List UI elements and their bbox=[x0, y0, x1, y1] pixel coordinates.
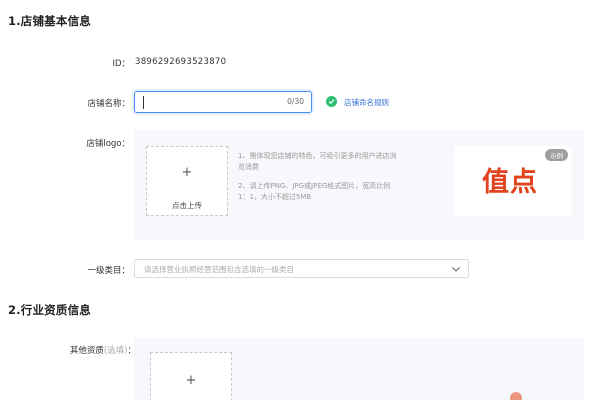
category-placeholder: 请选择营业执照经营范围包含选填的一级类目 bbox=[144, 265, 294, 274]
logo-hint-1-line-2: 览消费 bbox=[238, 163, 259, 171]
other-qualification-label-main: 其他资质 bbox=[69, 346, 104, 356]
upload-label: 点击上传 bbox=[172, 201, 202, 210]
logo-hint-1: 1、需体现您店铺的特色，可吸引更多的用户进店浏 览消费 bbox=[238, 151, 396, 173]
store-id-value: 3896292693523870 bbox=[135, 57, 227, 67]
optional-tag: (选填) bbox=[103, 346, 128, 356]
logo-hint-2-line-2: 1：1，大小不超过5MB bbox=[238, 193, 312, 201]
plus-icon: + bbox=[181, 165, 193, 180]
text-caret bbox=[143, 96, 144, 109]
store-logo-label: 店铺logo： bbox=[86, 139, 130, 149]
section-title-basic-info: 1.店铺基本信息 bbox=[8, 14, 91, 28]
qualification-upload-button[interactable]: + bbox=[150, 352, 232, 400]
plus-icon: + bbox=[185, 373, 197, 388]
other-qualification-label: 其他资质(选填)： bbox=[40, 344, 136, 356]
logo-hint-2: 2、请上传PNG、JPG或JPEG格式图片，宽高比例 1：1，大小不超过5MB bbox=[238, 181, 390, 203]
naming-rules-link[interactable]: 店铺命名规则 bbox=[344, 97, 389, 108]
sample-logo-card: 示例 值点 bbox=[454, 146, 572, 216]
check-circle-icon bbox=[326, 96, 337, 107]
logo-hint-1-line-1: 1、需体现您店铺的特色，可吸引更多的用户进店浏 bbox=[238, 152, 397, 160]
id-label: ID： bbox=[112, 59, 130, 69]
sample-logo-image: 值点 bbox=[482, 167, 538, 198]
store-name-input[interactable]: 0/30 bbox=[134, 91, 312, 113]
logo-upload-button[interactable]: + 点击上传 bbox=[146, 146, 228, 216]
chevron-down-icon bbox=[452, 267, 460, 272]
sample-badge: 示例 bbox=[545, 149, 568, 161]
watermark-logo-icon bbox=[510, 392, 522, 400]
store-name-label: 店铺名称： bbox=[87, 99, 130, 109]
char-counter: 0/30 bbox=[287, 97, 304, 106]
section-title-qualification: 2.行业资质信息 bbox=[8, 303, 91, 317]
category-select[interactable]: 请选择营业执照经营范围包含选填的一级类目 bbox=[134, 259, 469, 278]
category-label: 一级类目： bbox=[87, 266, 130, 276]
logo-hint-2-line-1: 2、请上传PNG、JPG或JPEG格式图片，宽高比例 bbox=[238, 182, 391, 190]
